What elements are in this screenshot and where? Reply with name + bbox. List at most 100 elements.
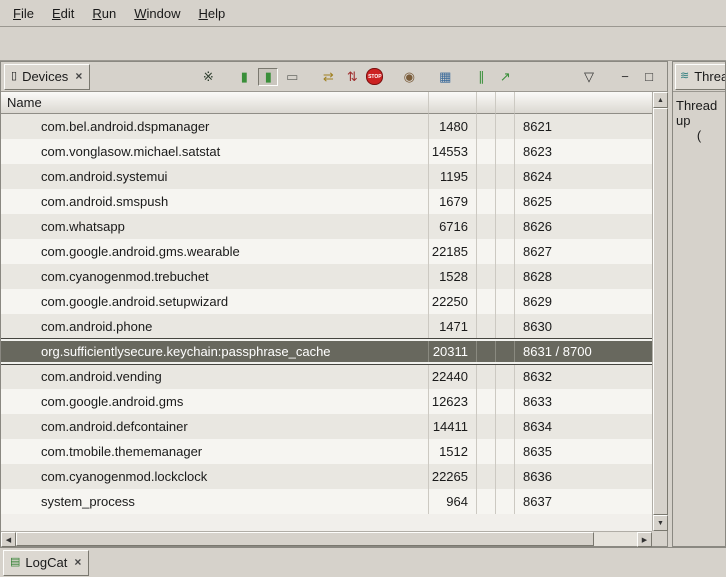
scrollbar-corner: [652, 531, 667, 546]
process-port: 8625: [515, 189, 652, 214]
table-row[interactable]: com.cyanogenmod.trebuchet15288628: [1, 264, 652, 289]
process-port: 8628: [515, 264, 652, 289]
screen-capture-icon[interactable]: ◉: [399, 68, 419, 86]
process-pid: 1480: [429, 114, 477, 139]
device-process-table: Name com.bel.android.dspmanager14808621c…: [1, 92, 667, 546]
table-row[interactable]: com.tmobile.thememanager15128635: [1, 439, 652, 464]
close-icon[interactable]: ×: [73, 69, 82, 83]
minimize-icon[interactable]: −: [615, 68, 635, 86]
process-pid: 20311: [429, 341, 477, 362]
scroll-left-icon[interactable]: ◀: [1, 532, 16, 547]
table-row[interactable]: com.android.smspush16798625: [1, 189, 652, 214]
scroll-right-icon[interactable]: ▶: [637, 532, 652, 547]
threads-message-line: (: [676, 128, 722, 143]
process-name: com.google.android.gms.wearable: [1, 239, 429, 264]
table-row[interactable]: com.android.vending224408632: [1, 364, 652, 389]
process-name: com.android.vending: [1, 364, 429, 389]
process-port: 8630: [515, 314, 652, 339]
tab-devices[interactable]: ▯ Devices ×: [4, 64, 90, 90]
system-info-icon[interactable]: ▦: [435, 68, 455, 86]
devices-toolbar: ※▮▮▭⇄⇅STOP◉▦∥↗: [194, 68, 515, 86]
process-port: 8623: [515, 139, 652, 164]
table-row[interactable]: com.google.android.gms12623 8633: [1, 389, 652, 414]
table-row[interactable]: system_process9648637: [1, 489, 652, 514]
table-row[interactable]: com.bel.android.dspmanager14808621: [1, 114, 652, 139]
process-port: 8634: [515, 414, 652, 439]
table-row[interactable]: com.android.phone14718630: [1, 314, 652, 339]
process-name: com.cyanogenmod.lockclock: [1, 464, 429, 489]
column-header-name[interactable]: Name: [1, 92, 429, 114]
menu-edit[interactable]: Edit: [43, 2, 83, 25]
process-pid: 6716: [429, 214, 477, 239]
threads-message: Thread up(: [673, 92, 725, 149]
menu-help[interactable]: Help: [189, 2, 234, 25]
horizontal-scrollbar[interactable]: ◀ ▶: [1, 531, 652, 546]
table-header: Name: [1, 92, 652, 114]
threads-message-line: Thread up: [676, 98, 722, 128]
process-port: 8629: [515, 289, 652, 314]
column-header-empty-1[interactable]: [477, 92, 496, 114]
device-icon: ▯: [11, 71, 17, 82]
network-stats-icon[interactable]: ↗: [495, 68, 515, 86]
horizontal-scrollbar-thumb[interactable]: [16, 532, 594, 546]
maximize-icon[interactable]: □: [639, 68, 659, 86]
menu-run[interactable]: Run: [83, 2, 125, 25]
process-name: com.android.defcontainer: [1, 414, 429, 439]
stop-process-icon[interactable]: STOP: [366, 68, 383, 85]
process-port: 8636: [515, 464, 652, 489]
column-header-pid[interactable]: [429, 92, 477, 114]
process-port: 8633: [515, 389, 652, 414]
view-menu-icon[interactable]: ▽: [579, 68, 599, 86]
menu-window[interactable]: Window: [125, 2, 189, 25]
debug-process-icon[interactable]: ※: [198, 68, 218, 86]
table-row[interactable]: com.whatsapp67168626: [1, 214, 652, 239]
column-header-port[interactable]: [515, 92, 652, 114]
scroll-down-icon[interactable]: ▼: [653, 515, 668, 531]
horizontal-scrollbar-track[interactable]: [16, 532, 637, 546]
table-row[interactable]: org.sufficientlysecure.keychain:passphra…: [1, 339, 652, 364]
table-row[interactable]: com.android.systemui1195 8624: [1, 164, 652, 189]
dump-hprof-icon[interactable]: ▮: [258, 68, 278, 86]
table-row[interactable]: com.google.android.setupwizard222508629: [1, 289, 652, 314]
threads-tabbar: ≋ Threa: [673, 62, 725, 92]
process-pid: 12623: [429, 389, 477, 414]
table-row[interactable]: com.cyanogenmod.lockclock222658636: [1, 464, 652, 489]
process-pid: 22185: [429, 239, 477, 264]
process-name: com.android.phone: [1, 314, 429, 339]
gc-trash-icon[interactable]: ▭: [282, 68, 302, 86]
process-port: 8624: [515, 164, 652, 189]
column-header-empty-2[interactable]: [496, 92, 515, 114]
scroll-up-icon[interactable]: ▲: [653, 92, 668, 108]
process-pid: 1528: [429, 264, 477, 289]
tab-logcat[interactable]: ▤ LogCat ×: [3, 550, 89, 576]
menu-file[interactable]: File: [4, 2, 43, 25]
process-pid: 1195: [429, 164, 477, 189]
tab-threads[interactable]: ≋ Threa: [675, 64, 726, 90]
table-row[interactable]: com.vonglasow.michael.satstat145538623: [1, 139, 652, 164]
refresh-threads-icon[interactable]: ⇅: [342, 68, 362, 86]
devices-window-controls: ▽−□: [563, 68, 667, 86]
process-port: 8631 / 8700: [515, 341, 652, 362]
process-pid: 1512: [429, 439, 477, 464]
update-heap-icon[interactable]: ▮: [234, 68, 254, 86]
process-pid: 22440: [429, 364, 477, 389]
process-pid: 1679: [429, 189, 477, 214]
threads-icon: ≋: [680, 71, 689, 82]
process-pid: 22250: [429, 289, 477, 314]
table-row[interactable]: com.android.defcontainer144118634: [1, 414, 652, 439]
update-threads-icon[interactable]: ⇄: [318, 68, 338, 86]
process-name: com.whatsapp: [1, 214, 429, 239]
tab-threads-label: Threa: [694, 69, 726, 84]
devices-panel: ▯ Devices × ※▮▮▭⇄⇅STOP◉▦∥↗ ▽−□ Name com.…: [0, 61, 668, 547]
logcat-icon: ▤: [10, 557, 20, 568]
vertical-scrollbar[interactable]: ▲ ▼: [652, 92, 667, 531]
process-name: com.google.android.gms: [1, 389, 429, 414]
process-name: com.android.systemui: [1, 164, 429, 189]
close-icon[interactable]: ×: [72, 555, 81, 569]
device-table-body: com.bel.android.dspmanager14808621com.vo…: [1, 114, 652, 531]
method-profiling-icon[interactable]: ∥: [471, 68, 491, 86]
process-port: 8635: [515, 439, 652, 464]
table-row[interactable]: com.google.android.gms.wearable22185 8627: [1, 239, 652, 264]
vertical-scrollbar-thumb[interactable]: [653, 108, 668, 515]
process-port: 8627: [515, 239, 652, 264]
